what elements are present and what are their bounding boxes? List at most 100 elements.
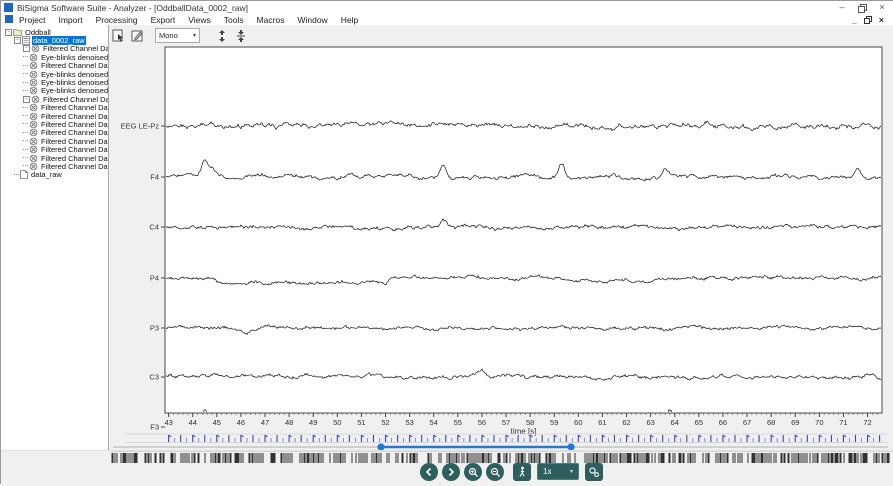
menu-item-macros[interactable]: Macros — [257, 15, 285, 25]
dataset-icon — [22, 36, 30, 45]
tree-item-label: data_raw — [30, 170, 63, 179]
menu-item-help[interactable]: Help — [341, 15, 358, 25]
menu-item-views[interactable]: Views — [188, 15, 211, 25]
tree-connector — [23, 165, 28, 167]
x-tick-label: 49 — [309, 418, 317, 427]
tree-connector — [23, 140, 28, 142]
x-tick-label: 64 — [671, 418, 679, 427]
x-tick-label: 59 — [550, 418, 558, 427]
overview-track[interactable] — [111, 451, 892, 463]
speed-label: 1x — [543, 467, 551, 476]
slider-handle-left[interactable] — [377, 443, 384, 450]
playback-speed-select[interactable]: 1x ▾ — [537, 463, 579, 480]
document-icon — [5, 15, 13, 23]
tree-connector — [23, 132, 28, 134]
channel-label: EEG LE-Pz — [121, 122, 160, 131]
tree-connector — [23, 157, 28, 159]
x-tick-label: 45 — [213, 418, 221, 427]
restore-button[interactable] — [858, 4, 866, 12]
channel-label: P3 — [150, 324, 159, 333]
x-tick-label: 52 — [381, 418, 389, 427]
tree-expander-icon[interactable]: - — [23, 96, 30, 103]
app-window: BiSigma Software Suite - Analyzer - [Odd… — [0, 0, 893, 484]
chevron-left-icon — [424, 467, 434, 477]
x-tick-label: 50 — [333, 418, 341, 427]
x-tick-label: 43 — [164, 418, 172, 427]
window-title: BiSigma Software Suite - Analyzer - [Odd… — [17, 3, 248, 13]
tree-connector — [23, 56, 28, 58]
x-tick-label: 70 — [815, 418, 823, 427]
tree-connector — [23, 107, 28, 109]
marker-track[interactable] — [125, 434, 888, 443]
step-back-button[interactable] — [420, 463, 438, 481]
menu-item-import[interactable]: Import — [58, 15, 82, 25]
x-tick-label: 68 — [767, 418, 775, 427]
channel-label: C3 — [149, 373, 159, 382]
menu-item-tools[interactable]: Tools — [224, 15, 244, 25]
menu-item-processing[interactable]: Processing — [96, 15, 138, 25]
tree-expander-icon[interactable]: - — [23, 45, 30, 52]
history-tree-panel: -Oddball-data_0002_raw-Filtered Channel … — [1, 25, 109, 450]
tree: -Oddball-data_0002_raw-Filtered Channel … — [3, 28, 107, 179]
tree-connector — [23, 115, 28, 117]
chevron-down-icon: ▾ — [570, 468, 573, 475]
close-button[interactable]: × — [876, 1, 888, 14]
x-tick-label: 65 — [695, 418, 703, 427]
tree-connector — [23, 123, 28, 125]
tree-item-data-raw[interactable]: data_raw — [3, 171, 107, 179]
channel-label: F4 — [150, 173, 159, 182]
x-tick-label: 55 — [454, 418, 462, 427]
tree-connector — [23, 65, 28, 67]
position-slider[interactable] — [113, 443, 888, 450]
mdi-close-button[interactable]: × — [879, 15, 884, 25]
eeg-chart-area[interactable]: EEG LE-PzF4C4P4P3C3F34344454647484950515… — [109, 25, 893, 450]
minimize-button[interactable]: – — [836, 1, 848, 14]
slider-handle-right[interactable] — [567, 443, 574, 450]
x-tick-label: 54 — [430, 418, 438, 427]
tree-connector — [23, 73, 28, 75]
time-axis: 4344454647484950515253545556575859606162… — [164, 413, 877, 436]
x-tick-label: 69 — [791, 418, 799, 427]
x-tick-label: 46 — [237, 418, 245, 427]
x-tick-label: 60 — [574, 418, 582, 427]
gears-icon — [588, 466, 600, 478]
x-tick-label: 61 — [598, 418, 606, 427]
tree-expander-icon[interactable]: - — [5, 29, 12, 36]
zoom-out-button[interactable] — [486, 463, 504, 481]
menu-items: Project Import Processing Export Views Tools M… — [19, 14, 358, 25]
zoom-in-button[interactable] — [464, 463, 482, 481]
x-tick-label: 47 — [261, 418, 269, 427]
step-forward-button[interactable] — [442, 463, 460, 481]
playback-settings-button[interactable] — [585, 463, 603, 481]
page-icon — [20, 170, 28, 179]
channel-label: P4 — [150, 274, 159, 283]
tree-connector — [23, 90, 28, 92]
mdi-minimize-button[interactable]: _ — [852, 15, 857, 25]
channel-label: F3 — [150, 423, 159, 432]
x-tick-label: 66 — [719, 418, 727, 427]
channel-label: C4 — [149, 223, 159, 232]
tree-expander-icon[interactable]: - — [14, 37, 21, 44]
zoom-in-icon — [468, 467, 479, 478]
x-tick-label: 63 — [646, 418, 654, 427]
plot-frame — [165, 47, 882, 413]
x-axis-label: time [s] — [511, 427, 537, 436]
menu-item-project[interactable]: Project — [19, 15, 45, 25]
x-tick-label: 62 — [622, 418, 630, 427]
x-tick-label: 72 — [863, 418, 871, 427]
menu-item-export[interactable]: Export — [151, 15, 176, 25]
x-tick-label: 71 — [839, 418, 847, 427]
menu-item-window[interactable]: Window — [297, 15, 327, 25]
chevron-right-icon — [446, 467, 456, 477]
tree-connector — [14, 174, 19, 176]
mdi-restore-button[interactable] — [864, 16, 872, 24]
title-bar: BiSigma Software Suite - Analyzer - [Odd… — [1, 1, 893, 15]
x-tick-label: 56 — [478, 418, 486, 427]
x-tick-label: 44 — [189, 418, 197, 427]
x-tick-label: 57 — [502, 418, 510, 427]
x-tick-label: 51 — [357, 418, 365, 427]
folder-icon — [13, 28, 22, 36]
walk-playback-button[interactable] — [513, 463, 531, 481]
x-tick-label: 58 — [526, 418, 534, 427]
x-tick-label: 67 — [743, 418, 751, 427]
